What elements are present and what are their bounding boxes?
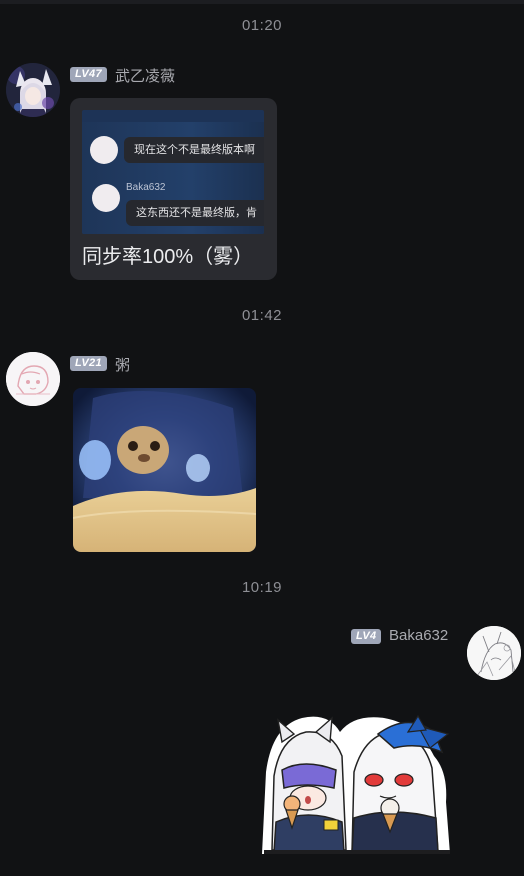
sender-name[interactable]: 武乙凌薇 xyxy=(115,65,175,86)
quoted-message: 现在这个不是最终版本啊 xyxy=(124,137,264,163)
top-divider xyxy=(0,0,524,4)
message-text: 同步率100%（雾） xyxy=(82,246,254,268)
avatar[interactable] xyxy=(6,63,60,117)
avatar[interactable] xyxy=(6,352,60,406)
message-bubble[interactable]: 现在这个不是最终版本啊 Baka632 这东西还不是最终版，肯 同步率100%（… xyxy=(70,98,277,280)
timestamp: 01:20 xyxy=(241,17,283,34)
level-badge: LV21 xyxy=(70,356,107,371)
quote-row: Baka632 这东西还不是最终版，肯 xyxy=(82,178,264,234)
sender-name[interactable]: 粥 xyxy=(115,354,130,375)
sticker-message[interactable] xyxy=(258,712,454,858)
avatar xyxy=(92,184,120,212)
timestamp: 10:19 xyxy=(241,579,283,596)
quote-row: 现在这个不是最终版本啊 xyxy=(82,122,264,178)
avatar xyxy=(90,136,118,164)
level-badge: LV4 xyxy=(351,629,382,644)
avatar[interactable] xyxy=(467,626,521,680)
quoted-screenshot[interactable]: 现在这个不是最终版本啊 Baka632 这东西还不是最终版，肯 xyxy=(82,110,264,234)
image-message[interactable] xyxy=(73,388,256,552)
quoted-nickname: Baka632 xyxy=(126,182,166,193)
level-badge: LV47 xyxy=(70,67,107,82)
sender-name[interactable]: Baka632 xyxy=(389,627,448,644)
quoted-message: 这东西还不是最终版，肯 xyxy=(126,200,264,226)
timestamp: 01:42 xyxy=(241,307,283,324)
